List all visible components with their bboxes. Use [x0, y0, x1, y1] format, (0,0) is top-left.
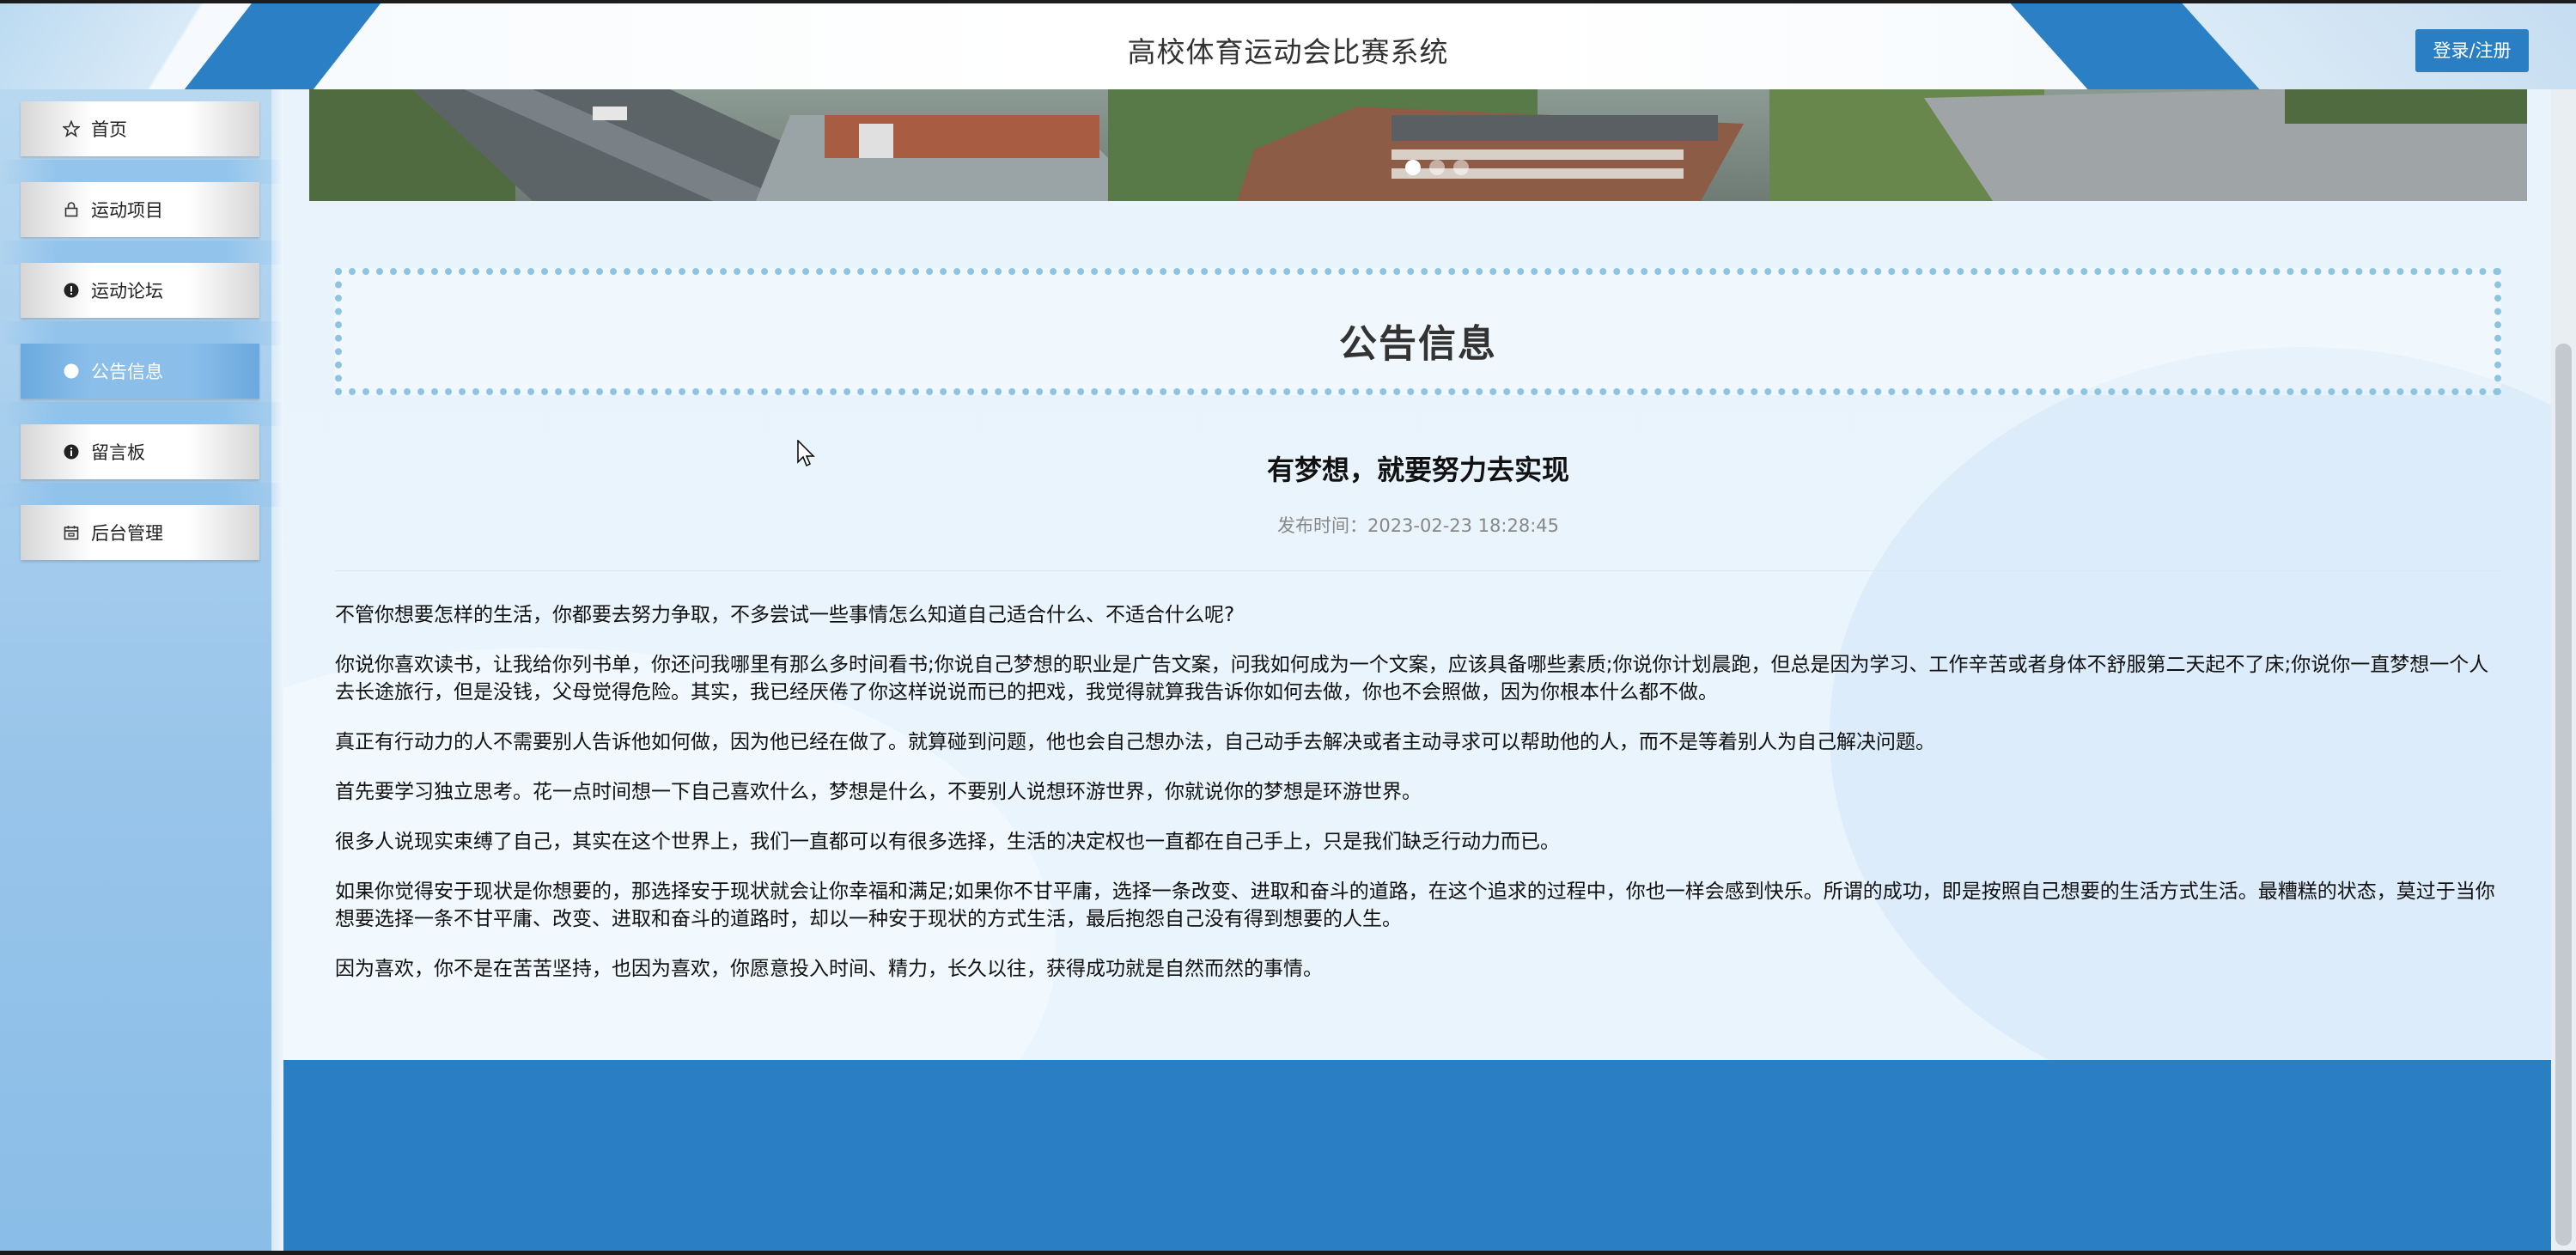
- carousel-indicators: [1405, 160, 1469, 175]
- sidebar-item-announcements[interactable]: 公告信息: [21, 344, 259, 399]
- menu-separator: [0, 483, 283, 507]
- mouse-cursor-icon: [797, 439, 816, 471]
- article-title: 有梦想，就要努力去实现: [1266, 454, 1569, 486]
- sidebar-item-sports-forum[interactable]: 运动论坛: [21, 263, 259, 318]
- carousel-dot[interactable]: [1405, 160, 1421, 175]
- menu-separator: [0, 241, 283, 265]
- menu-separator: [0, 160, 283, 184]
- site-title: 高校体育运动会比赛系统: [1127, 35, 1449, 69]
- sidebar-item-label: 留言板: [91, 442, 145, 463]
- banner-carousel[interactable]: [309, 89, 2527, 201]
- campus-aerial-image: [309, 89, 2527, 201]
- article-paragraph: 不管你想要怎样的生活，你都要去努力争取，不多尝试一些事情怎么知道自己适合什么、不…: [335, 604, 1235, 626]
- article-paragraph: 很多人说现实束缚了自己，其实在这个世界上，我们一直都可以有很多选择，生活的决定权…: [335, 831, 1560, 853]
- footer: [283, 1060, 2551, 1251]
- article-paragraph: 因为喜欢，你不是在苦苦坚持，也因为喜欢，你愿意投入时间、精力，长久以往，获得成功…: [335, 958, 1323, 980]
- menu-separator: [0, 402, 283, 426]
- sidebar-item-sports-events[interactable]: 运动项目: [21, 182, 259, 237]
- lock-icon: [62, 200, 81, 219]
- sidebar-item-label: 首页: [91, 119, 127, 140]
- scrollbar-thumb[interactable]: [2555, 344, 2572, 1246]
- calendar-icon: [62, 523, 81, 542]
- bottom-edge: [0, 1251, 2576, 1255]
- carousel-dot[interactable]: [1453, 160, 1469, 175]
- divider: [335, 570, 2501, 571]
- star-icon: [62, 119, 81, 138]
- login-register-button[interactable]: 登录/注册: [2415, 29, 2529, 72]
- sidebar-item-admin[interactable]: 后台管理: [21, 505, 259, 560]
- sidebar-item-label: 运动论坛: [91, 281, 163, 302]
- carousel-dot[interactable]: [1429, 160, 1445, 175]
- article-paragraph: 真正有行动力的人不需要别人告诉他如何做，因为他已经在做了。就算碰到问题，他也会自…: [335, 731, 1935, 753]
- info-circle-icon: [62, 442, 81, 461]
- article-publish-time: 发布时间：2023-02-23 18:28:45: [1276, 515, 1560, 536]
- section-title: 公告信息: [1339, 322, 1497, 366]
- article-body: 不管你想要怎样的生活，你都要去努力争取，不多尝试一些事情怎么知道自己适合什么、不…: [335, 601, 2501, 1005]
- sidebar-item-label: 运动项目: [91, 200, 163, 221]
- sidebar-item-label: 后台管理: [91, 523, 163, 544]
- article-paragraph: 如果你觉得安于现状是你想要的，那选择安于现状就会让你幸福和满足;如果你不甘平庸，…: [335, 880, 2495, 930]
- exclamation-circle-icon: [62, 281, 81, 300]
- top-header: 高校体育运动会比赛系统 登录/注册: [0, 0, 2576, 89]
- article-paragraph: 你说你喜欢读书，让我给你列书单，你还问我哪里有那么多时间看书;你说自己梦想的职业…: [335, 654, 2489, 704]
- sidebar: 首页 运动项目 运动论坛 公告信息 留言板 后台管理: [0, 89, 283, 1255]
- sidebar-item-home[interactable]: 首页: [21, 101, 259, 156]
- circle-icon: [62, 362, 81, 381]
- sidebar-item-message-board[interactable]: 留言板: [21, 424, 259, 479]
- section-title-box: 公告信息: [335, 268, 2501, 395]
- article-paragraph: 首先要学习独立思考。花一点时间想一下自己喜欢什么，梦想是什么，不要别人说想环游世…: [335, 781, 1422, 803]
- main-content: 公告信息 有梦想，就要努力去实现 发布时间：2023-02-23 18:28:4…: [283, 89, 2551, 1060]
- sidebar-item-label: 公告信息: [91, 362, 163, 382]
- menu-separator: [0, 321, 283, 345]
